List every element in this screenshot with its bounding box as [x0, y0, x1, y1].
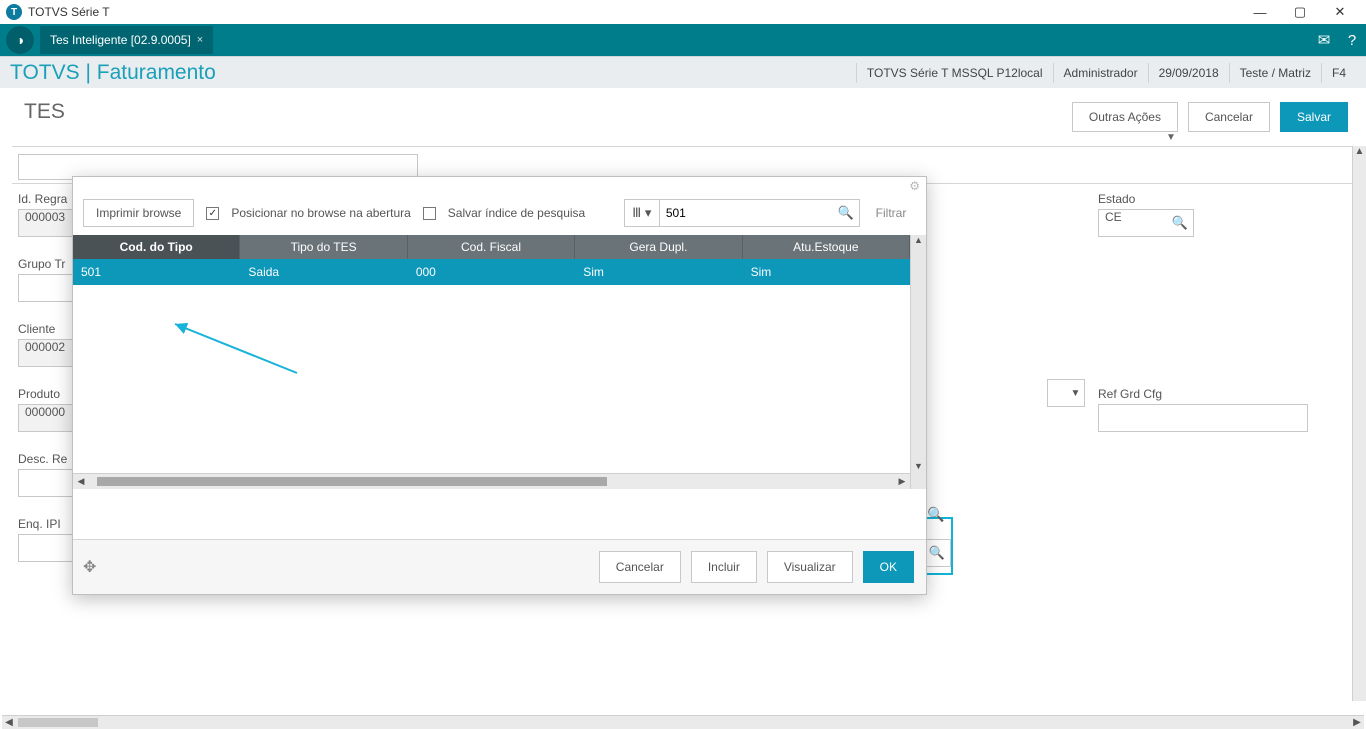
app-icon: T [6, 4, 22, 20]
search-icon[interactable]: 🔍 [838, 205, 854, 221]
desc-re-field[interactable] [18, 469, 78, 497]
other-actions-button[interactable]: Outras Ações [1072, 102, 1178, 132]
key-label: F4 [1321, 63, 1356, 83]
brand-title: TOTVS | Faturamento [10, 61, 216, 85]
modal-cancel-button[interactable]: Cancelar [599, 551, 681, 583]
col-gera-dupl[interactable]: Gera Dupl. [575, 235, 742, 259]
id-regra-field[interactable]: 000003 [18, 209, 78, 237]
gear-icon[interactable]: ⚙ [909, 179, 920, 193]
tab-close-icon[interactable]: × [197, 34, 203, 46]
checkbox-positioning-label: Posicionar no browse na abertura [231, 206, 410, 220]
grid-horizontal-scrollbar[interactable]: ◀ ▶ [73, 473, 910, 489]
window-titlebar: T TOTVS Série T — ▢ ✕ [0, 0, 1366, 24]
produto-field[interactable]: 000000 [18, 404, 78, 432]
tab-strip: ◑ Tes Inteligente [02.9.0005] × ✉ ? [0, 24, 1366, 56]
estado-field[interactable]: CE [1098, 209, 1194, 237]
col-atu-estoque[interactable]: Atu.Estoque [743, 235, 910, 259]
close-button[interactable]: ✕ [1320, 4, 1360, 20]
cell-fiscal: 000 [408, 265, 575, 279]
scroll-right-icon[interactable]: ▶ [894, 474, 910, 489]
tab-label: Tes Inteligente [02.9.0005] [50, 33, 191, 47]
checkbox-positioning[interactable]: ✓ [206, 207, 219, 220]
other-actions-caret-icon[interactable]: ▼ [1164, 132, 1178, 144]
move-icon[interactable]: ✥ [83, 557, 96, 577]
modal-ok-button[interactable]: OK [863, 551, 914, 583]
search-icon: 🔍 [927, 506, 944, 523]
date-label: 29/09/2018 [1148, 63, 1229, 83]
col-tipo-tes[interactable]: Tipo do TES [240, 235, 407, 259]
modal-view-button[interactable]: Visualizar [767, 551, 853, 583]
cliente-field[interactable]: 000002 [18, 339, 78, 367]
scroll-thumb[interactable] [97, 477, 607, 486]
col-cod-fiscal[interactable]: Cod. Fiscal [408, 235, 575, 259]
page-actions: Outras Ações ▼ Cancelar Salvar [1072, 102, 1348, 144]
modal-include-button[interactable]: Incluir [691, 551, 757, 583]
estado-label: Estado [1098, 192, 1188, 206]
scroll-thumb[interactable] [18, 718, 98, 727]
ref-grd-label: Ref Grd Cfg [1098, 387, 1308, 401]
grid-vertical-scrollbar[interactable]: ▲ ▼ [910, 235, 926, 489]
save-button[interactable]: Salvar [1280, 102, 1348, 132]
cell-cod: 501 [73, 265, 240, 279]
grid-header: Cod. do Tipo Tipo do TES Cod. Fiscal Ger… [73, 235, 910, 259]
tab-tes-inteligente[interactable]: Tes Inteligente [02.9.0005] × [40, 26, 213, 54]
scroll-left-icon[interactable]: ◀ [2, 716, 16, 729]
window-horizontal-scrollbar[interactable]: ◀ ▶ [2, 715, 1364, 729]
combo-fragment[interactable]: ▼ [1047, 379, 1085, 407]
scroll-right-icon[interactable]: ▶ [1350, 716, 1364, 729]
modal-search-input[interactable] [660, 199, 860, 227]
table-row[interactable]: 501 Saida 000 Sim Sim [73, 259, 910, 285]
user-label: Administrador [1053, 63, 1148, 83]
lookup-modal: ⚙ Imprimir browse ✓ Posicionar no browse… [72, 176, 927, 595]
search-fragment[interactable]: 🔍 [927, 506, 944, 524]
print-browse-button[interactable]: Imprimir browse [83, 199, 194, 227]
cell-tipo: Saida [240, 265, 407, 279]
modal-footer: ✥ Cancelar Incluir Visualizar OK [73, 539, 926, 594]
ref-grd-field[interactable] [1098, 404, 1308, 432]
scroll-left-icon[interactable]: ◀ [73, 474, 89, 489]
form-vertical-scrollbar[interactable]: ▲ [1352, 146, 1366, 701]
help-icon[interactable]: ? [1338, 32, 1366, 49]
filter-link[interactable]: Filtrar [866, 206, 916, 220]
page-body: TES Outras Ações ▼ Cancelar Salvar ▲ Id.… [0, 88, 1366, 715]
cell-estoque: Sim [743, 265, 910, 279]
scroll-down-icon[interactable]: ▼ [911, 461, 926, 471]
grid-body [73, 285, 910, 473]
chevron-down-icon[interactable]: ▼ [1067, 379, 1085, 407]
column-selector-button[interactable]: Ⅲ ▾ [624, 199, 660, 227]
page-title: TES [24, 100, 65, 124]
grupo-tr-field[interactable] [18, 274, 78, 302]
cell-dupl: Sim [575, 265, 742, 279]
scroll-up-icon[interactable]: ▲ [911, 235, 926, 245]
app-header: TOTVS | Faturamento TOTVS Série T MSSQL … [0, 56, 1366, 88]
env-label: TOTVS Série T MSSQL P12local [856, 63, 1053, 83]
home-icon[interactable]: ◑ [6, 26, 34, 54]
cancel-button[interactable]: Cancelar [1188, 102, 1270, 132]
maximize-button[interactable]: ▢ [1280, 4, 1320, 20]
minimize-button[interactable]: — [1240, 5, 1280, 20]
mail-icon[interactable]: ✉ [1310, 31, 1338, 49]
checkbox-save-index-label: Salvar índice de pesquisa [448, 206, 585, 220]
col-cod-tipo[interactable]: Cod. do Tipo [73, 235, 240, 259]
branch-label: Teste / Matriz [1229, 63, 1321, 83]
checkbox-save-index[interactable]: ✓ [423, 207, 436, 220]
window-title: TOTVS Série T [28, 5, 110, 19]
